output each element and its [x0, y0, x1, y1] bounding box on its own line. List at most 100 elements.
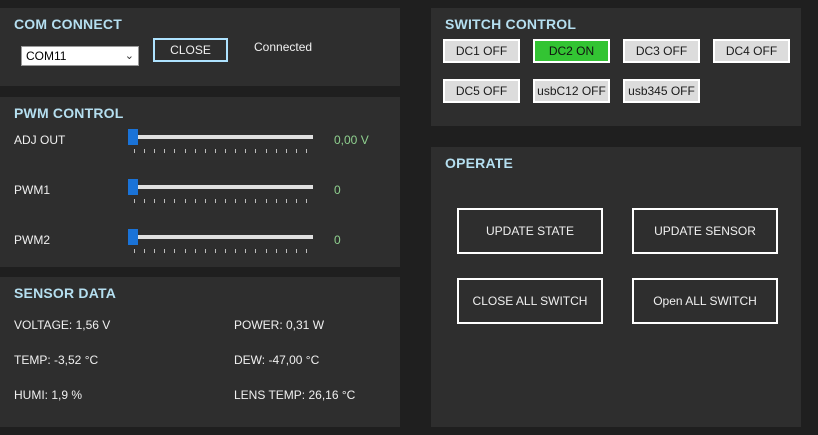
- slider-tick: [185, 249, 186, 253]
- slider-tick: [215, 149, 216, 153]
- slider-tick: [225, 249, 226, 253]
- slider-tick: [255, 199, 256, 203]
- slider-tick: [174, 199, 175, 203]
- pwm-control-title: PWM CONTROL: [14, 105, 124, 121]
- slider-tick: [255, 149, 256, 153]
- update-sensor-button[interactable]: UPDATE SENSOR: [632, 208, 778, 254]
- slider-tick: [154, 249, 155, 253]
- slider-tick: [266, 249, 267, 253]
- chevron-down-icon: ⌄: [124, 50, 134, 62]
- com-port-value: COM11: [26, 49, 67, 63]
- slider-tick: [144, 249, 145, 253]
- slider-tick: [154, 199, 155, 203]
- power-reading: POWER: 0,31 W: [234, 318, 325, 332]
- slider-tick: [255, 249, 256, 253]
- slider-tick: [286, 149, 287, 153]
- slider-tick: [235, 249, 236, 253]
- slider-tick: [266, 149, 267, 153]
- pwm-control-panel: PWM CONTROL ADJ OUT 0,00 V PWM1 0 PWM2 0: [0, 97, 400, 267]
- switch-control-panel: SWITCH CONTROL DC1 OFF DC2 ON DC3 OFF DC…: [431, 8, 801, 126]
- slider-tick: [164, 199, 165, 203]
- slider-tick: [154, 149, 155, 153]
- dew-reading: DEW: -47,00 °C: [234, 353, 320, 367]
- slider-tick: [306, 149, 307, 153]
- slider-tick: [144, 199, 145, 203]
- slider-tick: [276, 149, 277, 153]
- pwm1-slider-ticks: [134, 199, 307, 205]
- slider-tick: [215, 249, 216, 253]
- slider-tick: [225, 149, 226, 153]
- slider-tick: [286, 249, 287, 253]
- slider-tick: [195, 249, 196, 253]
- slider-tick: [134, 149, 135, 153]
- slider-tick: [164, 249, 165, 253]
- adj-out-slider-track[interactable]: [130, 135, 313, 139]
- pwm1-slider-track[interactable]: [130, 185, 313, 189]
- slider-tick: [134, 249, 135, 253]
- slider-tick: [134, 199, 135, 203]
- adj-out-slider-thumb[interactable]: [128, 129, 138, 145]
- close-connection-button[interactable]: CLOSE: [153, 38, 228, 62]
- slider-tick: [245, 249, 246, 253]
- slider-tick: [276, 249, 277, 253]
- slider-tick: [185, 149, 186, 153]
- slider-tick: [266, 199, 267, 203]
- dc4-switch-button[interactable]: DC4 OFF: [713, 39, 790, 63]
- close-all-switch-button[interactable]: CLOSE ALL SWITCH: [457, 278, 603, 324]
- slider-tick: [245, 199, 246, 203]
- update-state-button[interactable]: UPDATE STATE: [457, 208, 603, 254]
- usbc12-switch-button[interactable]: usbC12 OFF: [533, 79, 610, 103]
- slider-tick: [296, 199, 297, 203]
- slider-tick: [286, 199, 287, 203]
- slider-tick: [276, 199, 277, 203]
- pwm2-value: 0: [334, 233, 341, 247]
- com-connect-title: COM CONNECT: [14, 16, 122, 32]
- slider-tick: [296, 149, 297, 153]
- pwm2-label: PWM2: [14, 233, 50, 247]
- switch-control-title: SWITCH CONTROL: [445, 16, 577, 32]
- operate-title: OPERATE: [445, 155, 514, 171]
- adj-out-label: ADJ OUT: [14, 133, 66, 147]
- usb345-switch-button[interactable]: usb345 OFF: [623, 79, 700, 103]
- com-port-select[interactable]: COM11 ⌄: [21, 46, 139, 66]
- slider-tick: [174, 149, 175, 153]
- pwm2-slider-thumb[interactable]: [128, 229, 138, 245]
- slider-tick: [195, 149, 196, 153]
- humi-reading: HUMI: 1,9 %: [14, 388, 83, 402]
- pwm2-slider-ticks: [134, 249, 307, 255]
- operate-panel: OPERATE UPDATE STATE UPDATE SENSOR CLOSE…: [431, 147, 801, 427]
- dc2-switch-button[interactable]: DC2 ON: [533, 39, 610, 63]
- sensor-data-title: SENSOR DATA: [14, 285, 117, 301]
- slider-tick: [205, 149, 206, 153]
- slider-tick: [205, 249, 206, 253]
- connection-status: Connected: [254, 40, 313, 54]
- pwm1-slider-thumb[interactable]: [128, 179, 138, 195]
- slider-tick: [195, 199, 196, 203]
- slider-tick: [185, 199, 186, 203]
- lens-temp-reading: LENS TEMP: 26,16 °C: [234, 388, 356, 402]
- slider-tick: [245, 149, 246, 153]
- pwm1-label: PWM1: [14, 183, 50, 197]
- slider-tick: [235, 199, 236, 203]
- slider-tick: [235, 149, 236, 153]
- slider-tick: [306, 199, 307, 203]
- adj-out-value: 0,00 V: [334, 133, 369, 147]
- voltage-reading: VOLTAGE: 1,56 V: [14, 318, 111, 332]
- open-all-switch-button[interactable]: Open ALL SWITCH: [632, 278, 778, 324]
- pwm2-slider-track[interactable]: [130, 235, 313, 239]
- slider-tick: [205, 199, 206, 203]
- slider-tick: [306, 249, 307, 253]
- slider-tick: [144, 149, 145, 153]
- pwm1-value: 0: [334, 183, 341, 197]
- dc3-switch-button[interactable]: DC3 OFF: [623, 39, 700, 63]
- temp-reading: TEMP: -3,52 °C: [14, 353, 99, 367]
- slider-tick: [164, 149, 165, 153]
- slider-tick: [215, 199, 216, 203]
- slider-tick: [225, 199, 226, 203]
- slider-tick: [174, 249, 175, 253]
- dc5-switch-button[interactable]: DC5 OFF: [443, 79, 520, 103]
- com-connect-panel: COM CONNECT COM11 ⌄ CLOSE Connected: [0, 8, 400, 86]
- adj-out-slider-ticks: [134, 149, 307, 155]
- slider-tick: [296, 249, 297, 253]
- dc1-switch-button[interactable]: DC1 OFF: [443, 39, 520, 63]
